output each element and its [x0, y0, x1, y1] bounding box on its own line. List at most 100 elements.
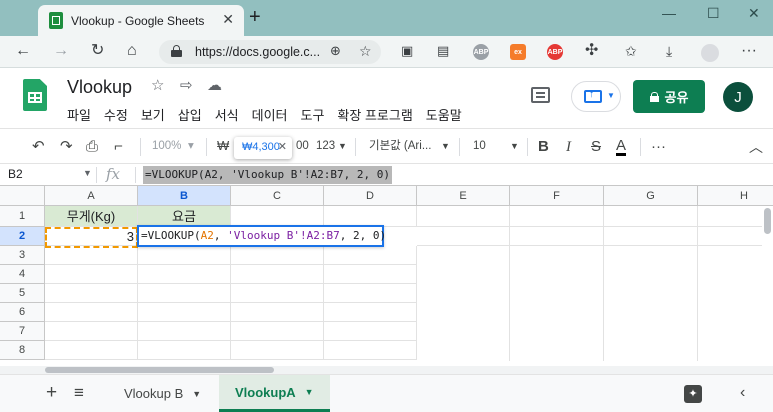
row-header-5[interactable]: 5 [0, 284, 45, 303]
cell-e1[interactable] [417, 206, 510, 227]
grid-cell[interactable] [138, 303, 231, 322]
grid-cell[interactable] [45, 265, 138, 284]
cell-d1[interactable] [324, 206, 417, 227]
forward-icon[interactable]: → [53, 42, 69, 60]
column-header-c[interactable]: C [231, 186, 324, 206]
grid-cell[interactable] [510, 227, 604, 246]
adblock-extension-icon[interactable]: ABP [473, 44, 489, 60]
browser-menu-icon[interactable]: ··· [741, 42, 757, 60]
column-header-d[interactable]: D [324, 186, 417, 206]
chevron-down-icon[interactable]: ▼ [305, 387, 314, 397]
grid-cell[interactable] [138, 246, 231, 265]
doc-title[interactable]: Vlookup [67, 77, 132, 98]
collections-icon[interactable]: ▣ [401, 42, 413, 60]
italic-button[interactable]: I [566, 138, 571, 156]
spreadsheet-grid[interactable]: A B C D E F G H 1 2 3 4 5 6 7 8 무게(Kg) 요… [0, 186, 773, 366]
collapse-chevron-up-icon[interactable]: ︿ [749, 138, 763, 156]
menu-item-extensions[interactable]: 확장 프로그램 [337, 105, 412, 124]
grid-cell[interactable] [138, 284, 231, 303]
menu-item-help[interactable]: 도움말 [426, 105, 462, 124]
paint-format-icon[interactable]: ⌐ [114, 138, 123, 156]
row-header-3[interactable]: 3 [0, 246, 45, 265]
chevron-down-icon[interactable]: ▼ [192, 389, 201, 399]
grid-cell[interactable] [417, 227, 510, 246]
grid-cell[interactable] [324, 303, 417, 322]
favorites-icon[interactable]: ✩ [625, 42, 637, 60]
row-header-2[interactable]: 2 [0, 227, 45, 246]
sheet-tab-vlookup-b[interactable]: Vlookup B ▼ [110, 375, 215, 412]
row-header-7[interactable]: 7 [0, 322, 45, 341]
name-box-chevron-down-icon[interactable]: ▼ [83, 168, 92, 178]
cell-f1[interactable] [510, 206, 604, 227]
grid-cell[interactable] [45, 322, 138, 341]
grid-cell[interactable] [324, 246, 417, 265]
row-header-6[interactable]: 6 [0, 303, 45, 322]
redo-icon[interactable]: ↷ [60, 138, 73, 156]
minimize-button[interactable]: — [662, 6, 676, 20]
grid-cell[interactable] [231, 322, 324, 341]
grid-cell[interactable] [45, 284, 138, 303]
horizontal-scroll-thumb[interactable] [45, 367, 274, 373]
extensions-puzzle-icon[interactable]: ✣ [585, 42, 598, 60]
all-sheets-icon[interactable]: ≡ [74, 384, 84, 402]
present-button[interactable]: ↑ ▼ [571, 81, 621, 112]
row-header-8[interactable]: 8 [0, 341, 45, 360]
add-sheet-icon[interactable]: + [46, 383, 57, 402]
menu-item-insert[interactable]: 삽입 [178, 105, 202, 124]
downloads-icon[interactable]: ⤓ [666, 42, 672, 60]
decimal-decrease-button[interactable]: 00 [296, 139, 309, 153]
grid-cell[interactable] [231, 246, 324, 265]
formula-input[interactable]: =VLOOKUP(A2, 'Vlookup B'!A2:B7, 2, 0) [143, 166, 393, 184]
grid-cell[interactable] [45, 246, 138, 265]
undo-icon[interactable]: ↶ [32, 138, 45, 156]
select-all-corner[interactable] [0, 186, 45, 206]
grid-cell[interactable] [324, 265, 417, 284]
vertical-scroll-thumb[interactable] [764, 208, 771, 234]
grid-cell[interactable] [138, 322, 231, 341]
grid-cell-block[interactable] [510, 246, 604, 361]
more-toolbar-button[interactable]: ··· [651, 138, 666, 156]
column-header-h[interactable]: H [698, 186, 773, 206]
row-header-4[interactable]: 4 [0, 265, 45, 284]
home-icon[interactable]: ⌂ [127, 42, 137, 60]
print-icon[interactable]: ⎙ [86, 138, 98, 156]
grid-cell[interactable] [231, 284, 324, 303]
share-button[interactable]: 공유 [633, 80, 705, 113]
more-formats-button[interactable]: 123 [316, 139, 335, 153]
browser-tab[interactable]: Vlookup - Google Sheets ✕ [38, 5, 244, 36]
formats-chevron-down-icon[interactable]: ▼ [338, 139, 347, 153]
menu-item-data[interactable]: 데이터 [252, 105, 288, 124]
bold-button[interactable]: B [538, 138, 549, 156]
currency-format-button[interactable]: ₩ [217, 139, 229, 153]
name-box[interactable]: B2 [8, 167, 23, 181]
grid-cell[interactable] [231, 303, 324, 322]
row-header-1[interactable]: 1 [0, 206, 45, 227]
zoom-icon[interactable]: ⊕ [330, 42, 341, 60]
address-url[interactable]: https://docs.google.c... [195, 45, 320, 59]
cell-a1[interactable]: 무게(Kg) [45, 206, 138, 227]
menu-item-edit[interactable]: 수정 [104, 105, 128, 124]
cell-c1[interactable] [231, 206, 324, 227]
close-window-button[interactable]: ✕ [748, 6, 760, 20]
ex-extension-icon[interactable]: ex [510, 44, 526, 60]
font-size-chevron-down-icon[interactable]: ▼ [510, 139, 519, 153]
font-family-select[interactable]: 기본값 (Ari... [369, 139, 431, 153]
grid-cell[interactable] [138, 341, 231, 360]
sheets-logo-icon[interactable] [23, 79, 47, 111]
cell-g1[interactable] [604, 206, 698, 227]
menu-item-file[interactable]: 파일 [67, 105, 91, 124]
cell-b2-editor[interactable]: =VLOOKUP(A2, 'Vlookup B'!A2:B7, 2, 0) [137, 225, 386, 247]
profile-icon[interactable] [701, 44, 719, 62]
cell-b1[interactable]: 요금 [138, 206, 231, 227]
reload-icon[interactable]: ↻ [91, 42, 104, 60]
cloud-status-icon[interactable]: ☁ [207, 77, 222, 95]
font-chevron-down-icon[interactable]: ▼ [441, 139, 450, 153]
strikethrough-button[interactable]: S [591, 138, 601, 156]
menu-item-view[interactable]: 보기 [141, 105, 165, 124]
sheet-tab-vlookupa[interactable]: VlookupA ▼ [219, 375, 330, 412]
menu-item-tools[interactable]: 도구 [301, 105, 325, 124]
tooltip-close-icon[interactable]: ✕ [278, 140, 287, 153]
vertical-scrollbar[interactable] [762, 206, 773, 364]
grid-cell[interactable] [324, 284, 417, 303]
column-header-b[interactable]: B [138, 186, 231, 206]
